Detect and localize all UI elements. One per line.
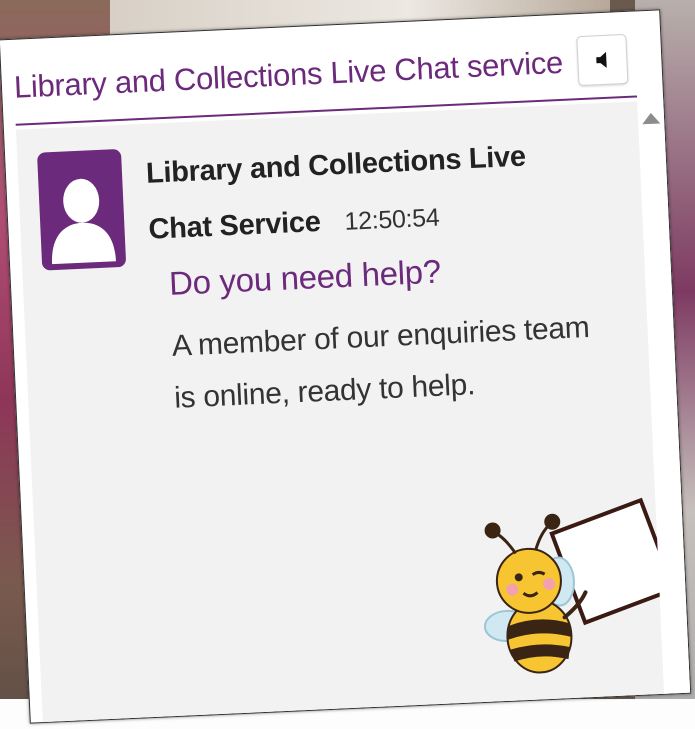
live-chat-widget: Library and Collections Live Chat servic… <box>0 9 692 724</box>
chat-title: Library and Collections Live Chat servic… <box>13 44 564 105</box>
message-area: Library and Collections Live Chat Servic… <box>15 101 677 723</box>
sender-name: Library and Collections Live Chat Servic… <box>145 140 527 246</box>
mute-button[interactable] <box>576 33 629 87</box>
speaker-icon <box>596 51 607 68</box>
message-body: A member of our enquiries team is online… <box>171 310 591 415</box>
message-heading: Do you need help? <box>168 252 442 302</box>
message-timestamp: 12:50:54 <box>343 203 441 236</box>
scroll-up-arrow-icon[interactable] <box>641 112 661 125</box>
message-sender: Library and Collections Live Chat Servic… <box>145 127 570 259</box>
user-avatar-icon <box>36 148 127 271</box>
